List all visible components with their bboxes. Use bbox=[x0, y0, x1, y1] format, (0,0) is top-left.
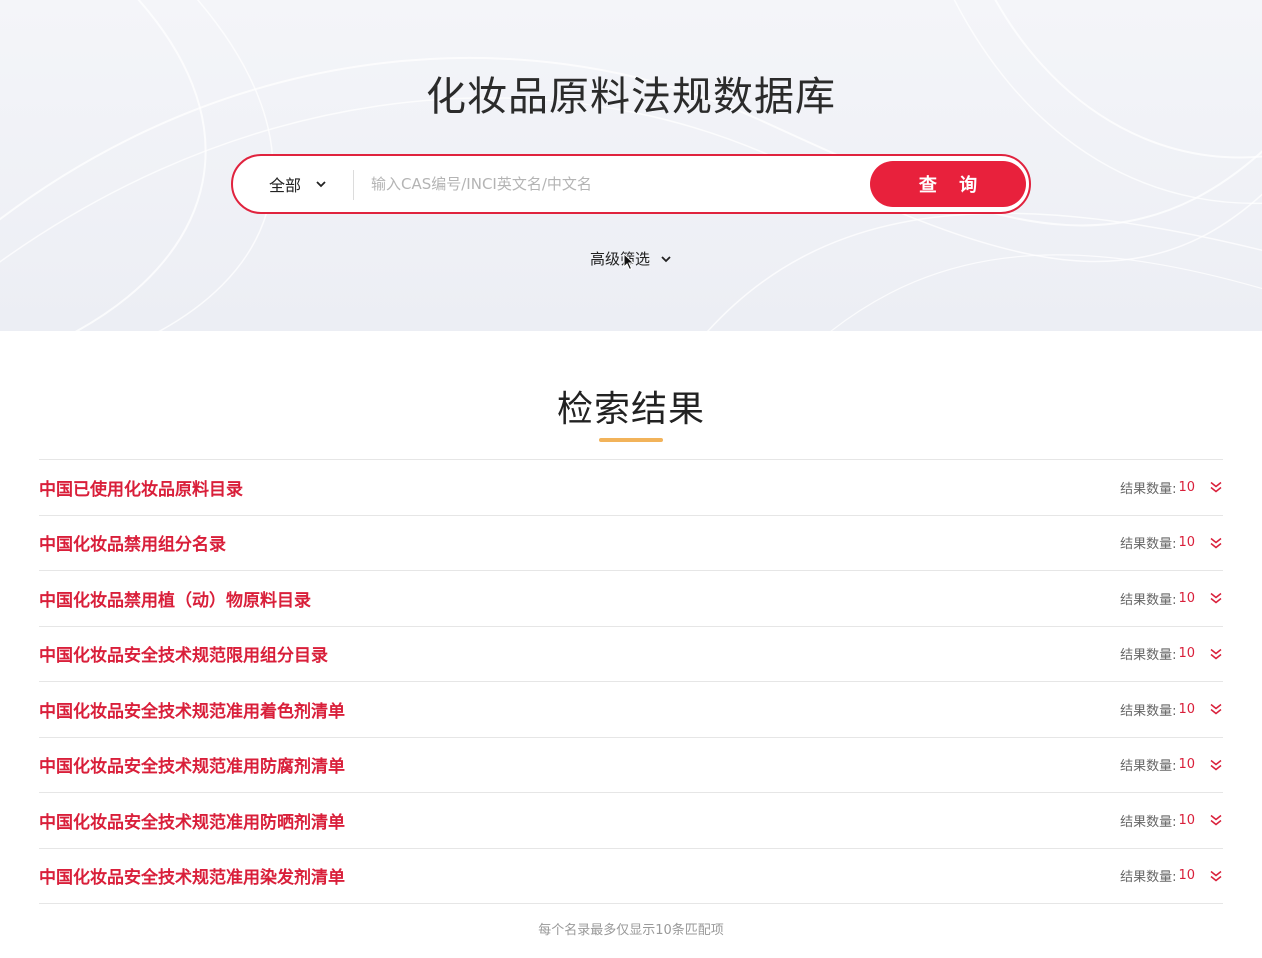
result-row[interactable]: 中国化妆品安全技术规范准用染发剂清单 结果数量: 10 bbox=[39, 849, 1223, 904]
result-meta: 结果数量: 10 bbox=[1120, 700, 1223, 719]
results-title-underline bbox=[599, 438, 663, 442]
result-count: 10 bbox=[1178, 757, 1195, 773]
result-count: 10 bbox=[1178, 868, 1195, 884]
result-row[interactable]: 中国化妆品安全技术规范准用防晒剂清单 结果数量: 10 bbox=[39, 793, 1223, 849]
result-count-label: 结果数量: bbox=[1120, 759, 1177, 775]
result-name[interactable]: 中国化妆品安全技术规范准用防晒剂清单 bbox=[39, 808, 345, 833]
result-count: 10 bbox=[1178, 701, 1195, 717]
double-chevron-down-icon[interactable] bbox=[1209, 591, 1223, 605]
result-count-label: 结果数量: bbox=[1120, 481, 1177, 497]
double-chevron-down-icon[interactable] bbox=[1209, 758, 1223, 772]
double-chevron-down-icon[interactable] bbox=[1209, 813, 1223, 827]
double-chevron-down-icon[interactable] bbox=[1209, 480, 1223, 494]
result-count: 10 bbox=[1178, 646, 1195, 662]
result-row[interactable]: 中国已使用化妆品原料目录 结果数量: 10 bbox=[39, 460, 1223, 516]
result-row[interactable]: 中国化妆品安全技术规范限用组分目录 结果数量: 10 bbox=[39, 627, 1223, 682]
result-name[interactable]: 中国化妆品安全技术规范准用防腐剂清单 bbox=[39, 752, 345, 777]
scope-label: 全部 bbox=[269, 176, 302, 195]
double-chevron-down-icon[interactable] bbox=[1209, 702, 1223, 716]
search-input[interactable] bbox=[371, 166, 861, 202]
result-name[interactable]: 中国已使用化妆品原料目录 bbox=[39, 475, 243, 500]
result-count-label: 结果数量: bbox=[1120, 537, 1177, 553]
result-count: 10 bbox=[1178, 812, 1195, 828]
result-row[interactable]: 中国化妆品禁用植（动）物原料目录 结果数量: 10 bbox=[39, 571, 1223, 627]
result-row[interactable]: 中国化妆品安全技术规范准用着色剂清单 结果数量: 10 bbox=[39, 682, 1223, 738]
result-count-label: 结果数量: bbox=[1120, 870, 1177, 886]
result-row[interactable]: 中国化妆品禁用组分名录 结果数量: 10 bbox=[39, 516, 1223, 571]
double-chevron-down-icon[interactable] bbox=[1209, 869, 1223, 883]
result-meta: 结果数量: 10 bbox=[1120, 478, 1223, 497]
result-row[interactable]: 中国化妆品安全技术规范准用防腐剂清单 结果数量: 10 bbox=[39, 738, 1223, 793]
page-title: 化妆品原料法规数据库 bbox=[426, 74, 836, 120]
query-button[interactable]: 查 询 bbox=[870, 161, 1026, 207]
scope-dropdown[interactable]: 全部 bbox=[269, 156, 327, 212]
results-list: 中国已使用化妆品原料目录 结果数量: 10 中国化妆品禁用组分名录 结果数量: … bbox=[39, 459, 1223, 904]
search-divider bbox=[353, 170, 354, 200]
advanced-filter-label: 高级筛选 bbox=[589, 250, 650, 268]
result-meta: 结果数量: 10 bbox=[1120, 866, 1223, 885]
double-chevron-down-icon[interactable] bbox=[1209, 647, 1223, 661]
result-count: 10 bbox=[1178, 479, 1195, 495]
result-count: 10 bbox=[1178, 535, 1195, 551]
results-footnote: 每个名录最多仅显示10条匹配项 bbox=[538, 923, 724, 938]
results-title: 检索结果 bbox=[556, 389, 705, 430]
chevron-down-icon bbox=[316, 181, 326, 188]
result-count-label: 结果数量: bbox=[1120, 703, 1177, 719]
double-chevron-down-icon[interactable] bbox=[1209, 536, 1223, 550]
result-meta: 结果数量: 10 bbox=[1120, 755, 1223, 774]
result-name[interactable]: 中国化妆品禁用植（动）物原料目录 bbox=[39, 586, 311, 611]
result-name[interactable]: 中国化妆品安全技术规范准用染发剂清单 bbox=[39, 863, 345, 888]
result-meta: 结果数量: 10 bbox=[1120, 811, 1223, 830]
result-count: 10 bbox=[1178, 590, 1195, 606]
result-meta: 结果数量: 10 bbox=[1120, 589, 1223, 608]
result-name[interactable]: 中国化妆品安全技术规范限用组分目录 bbox=[39, 641, 328, 666]
result-meta: 结果数量: 10 bbox=[1120, 533, 1223, 552]
result-name[interactable]: 中国化妆品禁用组分名录 bbox=[39, 530, 226, 555]
result-count-label: 结果数量: bbox=[1120, 592, 1177, 608]
result-meta: 结果数量: 10 bbox=[1120, 644, 1223, 663]
search-bar: 全部 查 询 bbox=[231, 154, 1031, 214]
hero-banner: 化妆品原料法规数据库 全部 查 询 高级筛选 bbox=[0, 0, 1262, 331]
result-count-label: 结果数量: bbox=[1120, 648, 1177, 664]
mouse-cursor-icon bbox=[623, 253, 635, 271]
result-name[interactable]: 中国化妆品安全技术规范准用着色剂清单 bbox=[39, 697, 345, 722]
result-count-label: 结果数量: bbox=[1120, 814, 1177, 830]
chevron-down-icon bbox=[661, 255, 671, 262]
